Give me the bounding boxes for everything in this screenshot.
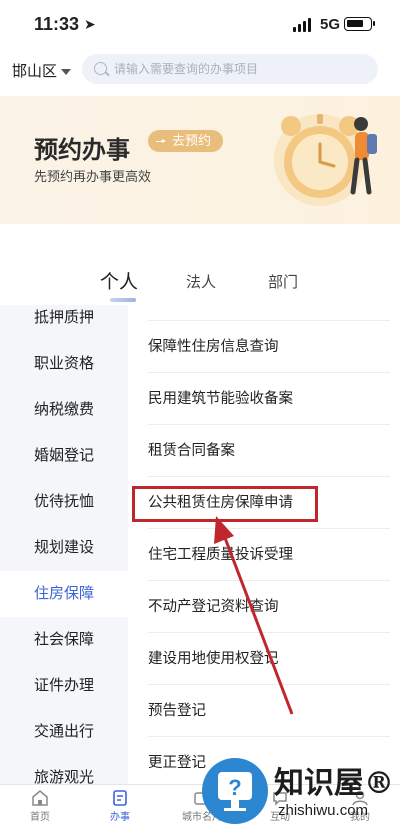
home-icon (32, 790, 48, 806)
location-arrow-icon: ➤ (84, 16, 96, 32)
service-item[interactable]: 住宅工程质量投诉受理 (148, 529, 390, 581)
sidebar-item[interactable]: 纳税缴费 (0, 387, 128, 433)
battery-icon (344, 17, 375, 31)
status-bar: 11:33 ➤ 5G (0, 0, 400, 48)
signal-icon (293, 18, 311, 32)
search-icon (94, 62, 107, 75)
sidebar-item-active[interactable]: 住房保障 (0, 571, 128, 617)
service-item[interactable]: 租赁合同备案 (148, 425, 390, 477)
region-selector[interactable]: 邯山区 (12, 60, 72, 81)
tab-legal-person[interactable]: 法人 (186, 271, 216, 292)
question-mark-icon: ? (218, 772, 252, 811)
service-item[interactable]: 不动产登记资料查询 (148, 581, 390, 633)
tab-personal[interactable]: 个人 (100, 267, 138, 294)
sidebar-item[interactable]: 证件办理 (0, 663, 128, 709)
alarm-clock-illustration (274, 114, 377, 206)
watermark-logo: ? 知识屋® zhishiwu.com (198, 752, 400, 824)
tab-department[interactable]: 部门 (268, 271, 298, 292)
sidebar-item[interactable]: 优待抚恤 (0, 479, 128, 525)
banner-title: 预约办事 (34, 137, 130, 164)
svg-text:?: ? (228, 775, 241, 800)
service-list: 保障性住房信息查询 民用建筑节能验收备案 租赁合同备案 公共租赁住房保障申请 住… (128, 305, 400, 785)
book-appointment-label: 去预约 (172, 133, 212, 148)
appointment-banner[interactable]: 预约办事 去预约 先预约再办事更高效 (0, 96, 400, 224)
nav-service-label: 办事 (110, 812, 130, 823)
search-bar[interactable] (82, 54, 378, 84)
sidebar-item[interactable]: 职业资格 (0, 341, 128, 387)
active-tab-indicator (110, 298, 136, 302)
search-input[interactable] (114, 54, 364, 84)
status-time: 11:33 (34, 14, 80, 34)
category-tabs: 个人 法人 部门 (0, 255, 400, 309)
nav-service[interactable]: 办事 (90, 785, 150, 823)
nav-home[interactable]: 首页 (10, 785, 70, 823)
sidebar-item[interactable]: 婚姻登记 (0, 433, 128, 479)
list-divider (148, 305, 390, 321)
sidebar-item[interactable]: 规划建设 (0, 525, 128, 571)
sidebar-item[interactable]: 旅游观光 (0, 755, 128, 785)
category-sidebar: 抵押质押 职业资格 纳税缴费 婚姻登记 优待抚恤 规划建设 住房保障 社会保障 … (0, 305, 128, 785)
service-item[interactable]: 预告登记 (148, 685, 390, 737)
service-item[interactable]: 民用建筑节能验收备案 (148, 373, 390, 425)
top-bar: 邯山区 (0, 48, 400, 92)
highlight-box (132, 486, 318, 522)
book-appointment-button[interactable]: 去预约 (148, 130, 224, 152)
pointing-hand-icon (156, 139, 166, 143)
question-monitor-icon: ? (202, 758, 268, 824)
sidebar-item[interactable]: 交通出行 (0, 709, 128, 755)
sidebar-item[interactable]: 社会保障 (0, 617, 128, 663)
sidebar-item[interactable]: 抵押质押 (0, 305, 128, 341)
watermark-brand: 知识屋® (274, 766, 394, 801)
caret-down-icon (61, 69, 72, 76)
service-icon (113, 790, 127, 806)
banner-subtitle: 先预约再办事更高效 (34, 169, 152, 184)
service-item[interactable]: 建设用地使用权登记 (148, 633, 390, 685)
nav-home-label: 首页 (30, 812, 50, 823)
region-label: 邯山区 (12, 63, 58, 80)
watermark-url: zhishiwu.com (278, 802, 369, 819)
service-item[interactable]: 保障性住房信息查询 (148, 321, 390, 373)
network-label: 5G (320, 16, 341, 33)
